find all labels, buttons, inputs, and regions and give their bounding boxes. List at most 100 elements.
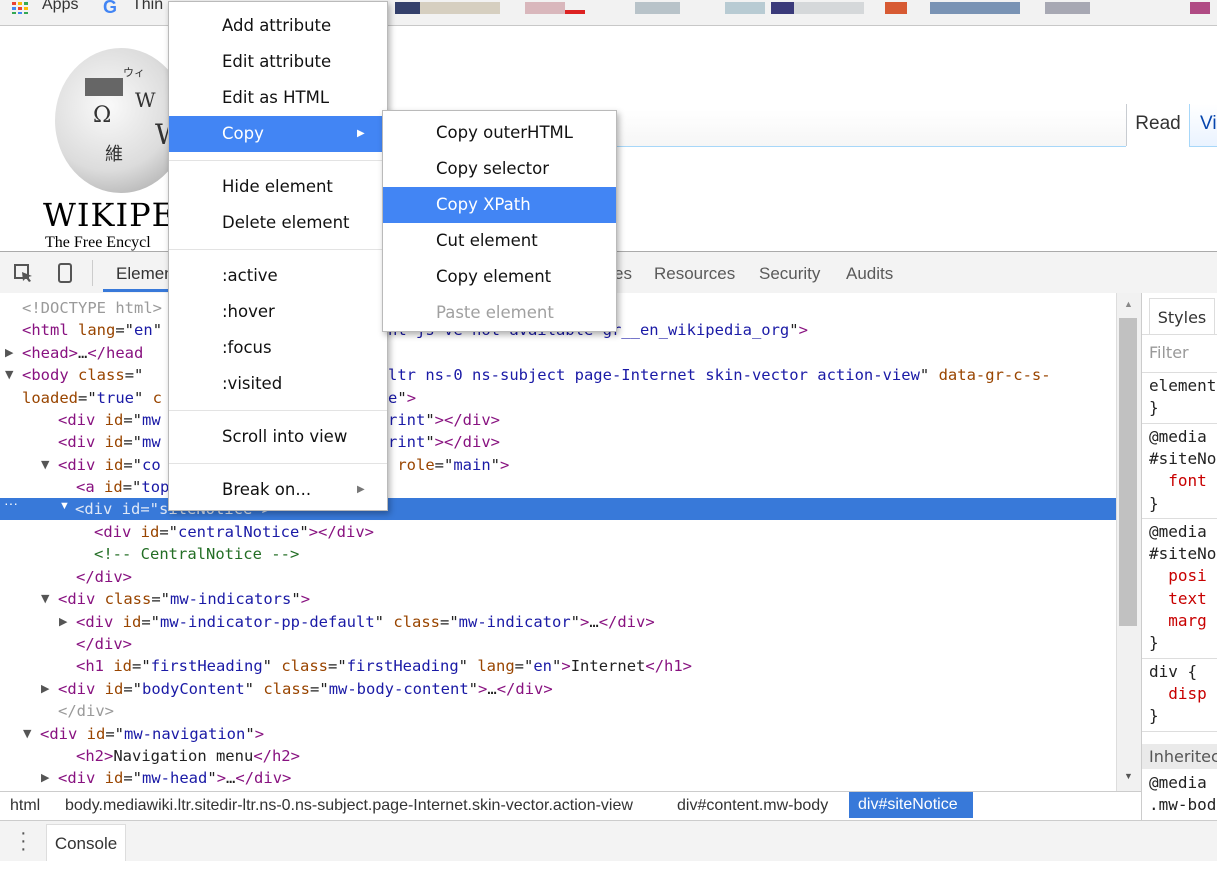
blurred-bookmark[interactable] [565,10,585,14]
blurred-bookmark[interactable] [885,2,907,14]
style-rule-line[interactable]: font [1149,471,1207,490]
menu-item-edit-attribute[interactable]: Edit attribute [169,44,387,80]
vertical-dots-icon[interactable]: · · · [20,823,27,859]
scroll-up-icon[interactable]: ▲ [1124,299,1133,309]
menu-item-label: Paste element [436,303,554,322]
menu-item-edit-as-html[interactable]: Edit as HTML [169,80,387,116]
menu-item-label: Delete element [222,213,350,232]
globe-glyph: W [135,88,156,112]
breadcrumb-item[interactable]: body.mediawiki.ltr.sitedir-ltr.ns-0.ns-s… [65,797,633,815]
submenu-item-cut-element[interactable]: Cut element [383,223,616,259]
style-rule-line[interactable]: posi [1149,566,1207,585]
style-rule-line: #siteNo [1149,544,1217,564]
tab-resources[interactable]: Resources [654,264,735,284]
menu-item-active[interactable]: :active [169,258,387,294]
menu-item-label: Cut element [436,231,538,250]
collapse-triangle-icon[interactable]: ▼ [59,500,70,512]
style-rule-line: @media [1149,521,1207,541]
collapse-triangle-icon[interactable]: ▼ [5,364,13,386]
dom-node-text: <div id="bodyContent" class="mw-body-con… [58,679,553,698]
menu-item-scroll-into-view[interactable]: Scroll into view [169,419,387,455]
menu-item-delete-element[interactable]: Delete element [169,205,387,241]
dom-node-text: <!-- CentralNotice --> [94,545,300,564]
tab-security[interactable]: Security [759,264,820,284]
tab-read[interactable]: Read [1126,104,1189,146]
submenu-item-copy-outerhtml[interactable]: Copy outerHTML [383,115,616,151]
menu-item-label: Hide element [222,177,333,196]
tab-view-source[interactable]: Vi [1189,104,1217,147]
dom-node-text: <div id="mw-indicator-pp-default" class=… [76,612,655,631]
style-rule-line: @media [1149,426,1207,446]
device-mode-icon[interactable] [58,263,72,288]
globe-glyph: Ω [93,103,112,128]
styles-filter-input[interactable]: Filter [1149,343,1189,362]
menu-item-break-on[interactable]: Break on... ▶ [169,472,387,508]
submenu-item-copy-selector[interactable]: Copy selector [383,151,616,187]
devtools-drawer: · · · [0,820,1217,862]
breadcrumb-item[interactable]: html [10,797,40,815]
menu-item-copy[interactable]: Copy ▶ [169,116,387,152]
blurred-bookmark[interactable] [1045,2,1090,14]
tab-console[interactable]: Console [46,824,126,861]
collapse-triangle-icon[interactable]: ▼ [41,588,49,610]
blurred-bookmark[interactable] [395,2,420,14]
google-icon: G [103,0,118,17]
style-rule-line[interactable]: text [1149,589,1207,608]
dom-node-text: <div class="mw-indicators"> [58,590,311,609]
dom-node-text: <div id="mw [58,433,161,452]
submenu-item-copy-element[interactable]: Copy element [383,259,616,295]
tab-styles[interactable]: Styles [1149,298,1215,335]
tab-elements[interactable]: Elemen [116,264,174,284]
style-rule-line: } [1149,398,1159,418]
blurred-bookmark[interactable] [794,2,864,14]
context-menu: Add attribute Edit attribute Edit as HTML C… [168,1,388,511]
expand-triangle-icon[interactable]: ▶ [5,342,13,364]
blurred-bookmark[interactable] [930,2,1020,14]
scrollbar-thumb[interactable] [1119,318,1137,626]
bookmark-apps[interactable]: Apps [42,0,78,14]
dom-node-text: <h2>Navigation menu</h2> [76,747,300,765]
dom-node-text: </div> [76,635,132,653]
globe-glyph: ウィ [123,66,145,79]
dom-node-text-continued: ltr ns-0 ns-subject page-Internet skin-v… [388,366,1051,385]
blurred-bookmark[interactable] [525,2,565,14]
globe-glyph: 維 [105,144,123,165]
blurred-bookmark[interactable] [771,2,794,14]
menu-separator [169,410,387,411]
menu-item-add-attribute[interactable]: Add attribute [169,8,387,44]
tab-audits[interactable]: Audits [846,264,893,284]
expand-triangle-icon[interactable]: ▶ [41,767,49,789]
menu-item-focus[interactable]: :focus [169,330,387,366]
blurred-bookmark[interactable] [725,2,765,14]
style-rule-line: } [1149,706,1159,726]
menu-item-label: Copy XPath [436,195,531,214]
menu-item-label: Break on... [222,480,312,499]
submenu-item-copy-xpath[interactable]: Copy XPath [383,187,616,223]
breadcrumb-item-active[interactable]: div#siteNotice [849,792,973,818]
breadcrumb-item[interactable]: div#content.mw-body [677,797,828,815]
inspect-element-icon[interactable] [14,264,34,289]
menu-separator [169,249,387,250]
blurred-bookmark[interactable] [420,2,500,14]
style-rule-line[interactable]: marg [1149,611,1207,630]
menu-item-hover[interactable]: :hover [169,294,387,330]
style-rule-line[interactable]: disp [1149,684,1207,703]
menu-item-label: Copy [222,124,264,143]
expand-triangle-icon[interactable]: ▶ [41,678,49,700]
dom-node-text: <head>…</head [22,343,144,362]
blurred-bookmark[interactable] [635,2,680,14]
row-options-dots-icon[interactable]: ··· [4,495,18,511]
style-rule-line: @media [1149,773,1207,792]
collapse-triangle-icon[interactable]: ▼ [41,454,49,476]
menu-item-hide-element[interactable]: Hide element [169,169,387,205]
scroll-down-icon[interactable]: ▼ [1124,771,1133,781]
expand-triangle-icon[interactable]: ▶ [59,611,67,633]
bookmark-thin[interactable]: Thin [132,0,163,14]
menu-item-label: Edit attribute [222,52,332,71]
collapse-triangle-icon[interactable]: ▼ [23,723,31,745]
dom-node-text: <div id="mw-head">…</div> [58,769,292,788]
blurred-bookmark[interactable] [1190,2,1210,14]
menu-item-visited[interactable]: :visited [169,366,387,402]
apps-grid-icon[interactable] [12,1,30,14]
dom-node-text: <a id="top [76,478,170,497]
